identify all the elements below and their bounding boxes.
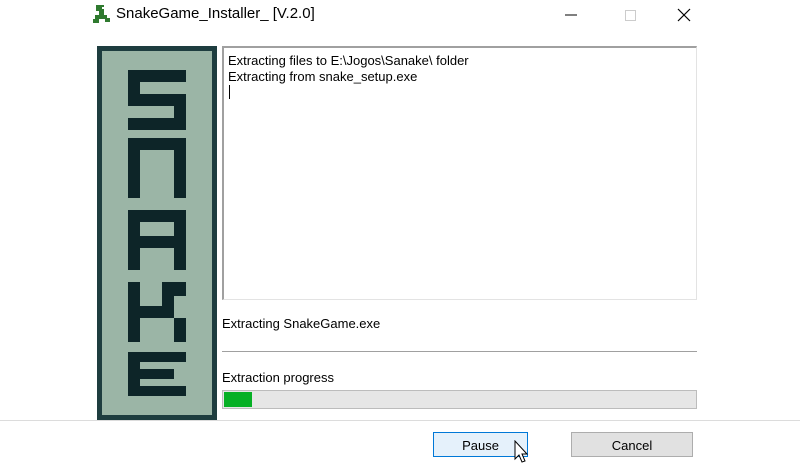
snake-icon (93, 4, 111, 24)
close-icon (677, 8, 691, 22)
window-title: SnakeGame_Installer_ [V.2.0] (116, 5, 315, 22)
extraction-log[interactable]: Extracting files to E:\Jogos\Sanake\ fol… (222, 46, 697, 300)
divider (222, 351, 697, 353)
minimize-icon (565, 14, 577, 16)
text-caret (229, 85, 230, 99)
maximize-button[interactable] (607, 0, 653, 30)
log-line: Extracting from snake_setup.exe (228, 69, 418, 84)
cancel-button[interactable]: Cancel (571, 432, 693, 457)
progress-label: Extraction progress (222, 370, 334, 385)
snake-banner (97, 46, 217, 420)
extraction-progress-bar (222, 390, 697, 409)
current-file-status: Extracting SnakeGame.exe (222, 316, 381, 331)
footer-divider (0, 420, 800, 421)
maximize-icon (625, 10, 636, 21)
close-button[interactable] (661, 0, 707, 30)
snake-logo (128, 70, 186, 396)
progress-fill (224, 392, 252, 407)
title-bar: SnakeGame_Installer_ [V.2.0] (0, 0, 800, 30)
minimize-button[interactable] (548, 0, 594, 30)
log-line: Extracting files to E:\Jogos\Sanake\ fol… (228, 53, 469, 68)
mouse-pointer-icon (514, 440, 529, 463)
